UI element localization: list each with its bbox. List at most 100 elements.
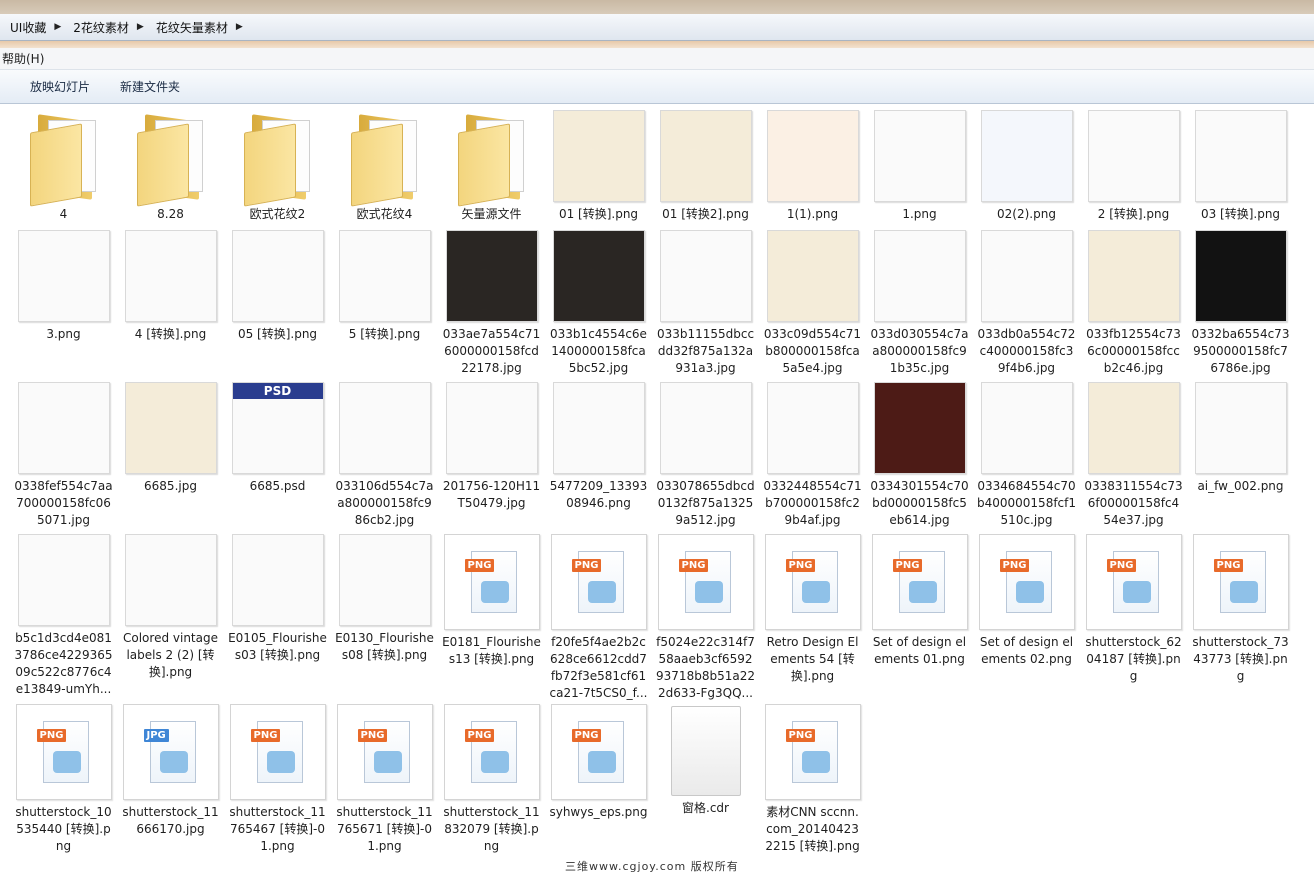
file-item[interactable]: ai_fw_002.png <box>1187 382 1294 495</box>
chevron-right-icon[interactable]: ▶ <box>236 22 243 32</box>
image-thumbnail <box>17 534 110 626</box>
file-item[interactable]: 033106d554c7aa800000158fc986cb2.jpg <box>331 382 438 529</box>
file-name-label: 6685.psd <box>249 479 306 493</box>
file-name-label: 4 <box>59 207 68 221</box>
file-name-label: 0332ba6554c739500000158fc76786e.jpg <box>1191 327 1290 375</box>
image-thumbnail <box>124 230 217 322</box>
file-item[interactable]: 0332448554c71b700000158fc29b4af.jpg <box>759 382 866 529</box>
file-name-label: Retro Design Elements 54 [转换].png <box>766 635 859 683</box>
folder-icon <box>24 110 104 207</box>
file-item[interactable]: 0338fef554c7aa700000158fc065071.jpg <box>10 382 117 529</box>
file-item[interactable]: 4 [转换].png <box>117 230 224 343</box>
file-item[interactable]: PNG f20fe5f4ae2b2c628ce6612cdd7fb72f3e581… <box>545 534 652 702</box>
file-item[interactable]: 2 [转换].png <box>1080 110 1187 223</box>
file-item[interactable]: PNG Retro Design Elements 54 [转换].png <box>759 534 866 685</box>
file-item[interactable]: PNG shutterstock_7343773 [转换].png <box>1187 534 1294 685</box>
file-item[interactable]: PNG f5024e22c314f758aaeb3cf659293718b8b51… <box>652 534 759 702</box>
file-item[interactable]: 5 [转换].png <box>331 230 438 343</box>
image-thumbnail <box>338 382 431 474</box>
file-item[interactable]: PNG 素材CNN sccnn.com_201404232215 [转换].png <box>759 704 866 855</box>
file-name-label: E0130_Flourishes08 [转换].png <box>335 631 434 662</box>
folder-item[interactable]: 欧式花纹4 <box>331 110 438 223</box>
file-item[interactable]: 033b1c4554c6e1400000158fca5bc52.jpg <box>545 230 652 377</box>
file-item[interactable]: 02(2).png <box>973 110 1080 223</box>
image-thumbnail: PSD <box>231 382 324 474</box>
folder-item[interactable]: 8.28 <box>117 110 224 223</box>
image-thumbnail <box>659 230 752 322</box>
file-item[interactable]: 01 [转换2].png <box>652 110 759 223</box>
file-name-label: 033c09d554c71b800000158fca5a5e4.jpg <box>763 327 862 375</box>
folder-item[interactable]: 矢量源文件 <box>438 110 545 223</box>
file-item[interactable]: 033078655dbcd0132f875a13259a512.jpg <box>652 382 759 529</box>
file-item[interactable]: 0334684554c70b400000158fcf1510c.jpg <box>973 382 1080 529</box>
breadcrumb-item[interactable]: 花纹矢量素材 ▶ <box>146 14 245 40</box>
image-thumbnail <box>1194 110 1287 202</box>
file-item[interactable]: 03 [转换].png <box>1187 110 1294 223</box>
folder-item[interactable]: 4 <box>10 110 117 223</box>
file-item[interactable]: PNG Set of design elements 01.png <box>866 534 973 668</box>
file-item[interactable]: PNG shutterstock_6204187 [转换].png <box>1080 534 1187 685</box>
file-item[interactable]: 6685.jpg <box>117 382 224 495</box>
file-item[interactable]: 033d030554c7aa800000158fc91b35c.jpg <box>866 230 973 377</box>
breadcrumb-item[interactable]: 2花纹素材 ▶ <box>63 14 146 40</box>
file-name-label: Colored vintage labels 2 (2) [转换].png <box>123 631 218 679</box>
file-item[interactable]: 1(1).png <box>759 110 866 223</box>
image-thumbnail <box>766 110 859 202</box>
breadcrumb-item[interactable]: UI收藏 ▶ <box>0 14 63 40</box>
file-item[interactable]: 0334301554c70bd00000158fc5eb614.jpg <box>866 382 973 529</box>
file-name-label: 0334684554c70b400000158fcf1510c.jpg <box>977 479 1077 527</box>
file-item[interactable]: 窗格.cdr <box>652 704 759 817</box>
file-item[interactable]: PNG shutterstock_11765671 [转换]-01.png <box>331 704 438 855</box>
chevron-right-icon[interactable]: ▶ <box>54 22 61 32</box>
file-item[interactable]: 033ae7a554c716000000158fcd22178.jpg <box>438 230 545 377</box>
file-item[interactable]: Colored vintage labels 2 (2) [转换].png <box>117 534 224 681</box>
png-file-icon: PNG <box>1085 534 1182 630</box>
file-item[interactable]: 05 [转换].png <box>224 230 331 343</box>
file-name-label: 033106d554c7aa800000158fc986cb2.jpg <box>335 479 434 527</box>
png-file-icon: PNG <box>550 534 647 630</box>
file-item[interactable]: 0332ba6554c739500000158fc76786e.jpg <box>1187 230 1294 377</box>
new-folder-button[interactable]: 新建文件夹 <box>120 78 180 95</box>
image-thumbnail <box>659 382 752 474</box>
file-name-label: 033fb12554c736c00000158fccb2c46.jpg <box>1086 327 1181 375</box>
file-name-label: syhwys_eps.png <box>549 805 648 819</box>
file-name-label: 033b11155dbccdd32f875a132a931a3.jpg <box>656 327 755 375</box>
file-item[interactable]: PNG syhwys_eps.png <box>545 704 652 821</box>
file-name-label: 033db0a554c72c400000158fc39f4b6.jpg <box>977 327 1076 375</box>
file-item[interactable]: 033db0a554c72c400000158fc39f4b6.jpg <box>973 230 1080 377</box>
blank-file-icon <box>670 706 741 796</box>
file-item[interactable]: PNG Set of design elements 02.png <box>973 534 1080 668</box>
file-item[interactable]: 3.png <box>10 230 117 343</box>
file-item[interactable]: E0130_Flourishes08 [转换].png <box>331 534 438 664</box>
folder-item[interactable]: 欧式花纹2 <box>224 110 331 223</box>
jpg-file-icon: JPG <box>122 704 219 800</box>
slideshow-button[interactable]: 放映幻灯片 <box>30 78 90 95</box>
file-item[interactable]: PNG shutterstock_10535440 [转换].png <box>10 704 117 855</box>
file-item[interactable]: PNG shutterstock_11765467 [转换]-01.png <box>224 704 331 855</box>
image-thumbnail <box>873 382 966 474</box>
file-item[interactable]: 201756-120H11T50479.jpg <box>438 382 545 512</box>
file-item[interactable]: 033fb12554c736c00000158fccb2c46.jpg <box>1080 230 1187 377</box>
file-item[interactable]: PNG shutterstock_11832079 [转换].png <box>438 704 545 855</box>
address-bar[interactable]: UI收藏 ▶ 2花纹素材 ▶ 花纹矢量素材 ▶ <box>0 14 1314 41</box>
chevron-right-icon[interactable]: ▶ <box>137 22 144 32</box>
file-name-label: 05 [转换].png <box>237 327 318 341</box>
folder-icon <box>345 110 425 207</box>
image-thumbnail <box>766 230 859 322</box>
file-item[interactable]: PNG E0181_Flourishes13 [转换].png <box>438 534 545 668</box>
file-item[interactable]: 033b11155dbccdd32f875a132a931a3.jpg <box>652 230 759 377</box>
file-item[interactable]: 01 [转换].png <box>545 110 652 223</box>
file-item[interactable]: 0338311554c736f00000158fc454e37.jpg <box>1080 382 1187 529</box>
file-item[interactable]: PSD 6685.psd <box>224 382 331 495</box>
file-name-label: 5477209_1339308946.png <box>549 479 648 510</box>
menu-help[interactable]: 帮助(H) <box>0 50 44 67</box>
file-item[interactable]: 1.png <box>866 110 973 223</box>
file-item[interactable]: JPG shutterstock_11666170.jpg <box>117 704 224 838</box>
file-grid: 4 8.28 欧式花纹2 欧式花纹4 矢量源文件 01 [转换].png 01 [转换2].… <box>0 104 1314 877</box>
file-name-label: 5 [转换].png <box>348 327 421 341</box>
file-item[interactable]: 033c09d554c71b800000158fca5a5e4.jpg <box>759 230 866 377</box>
file-item[interactable]: 5477209_1339308946.png <box>545 382 652 512</box>
file-item[interactable]: E0105_Flourishes03 [转换].png <box>224 534 331 664</box>
file-item[interactable]: b5c1d3cd4e0813786ce422936509c522c8776c4e… <box>10 534 117 698</box>
image-thumbnail <box>873 230 966 322</box>
